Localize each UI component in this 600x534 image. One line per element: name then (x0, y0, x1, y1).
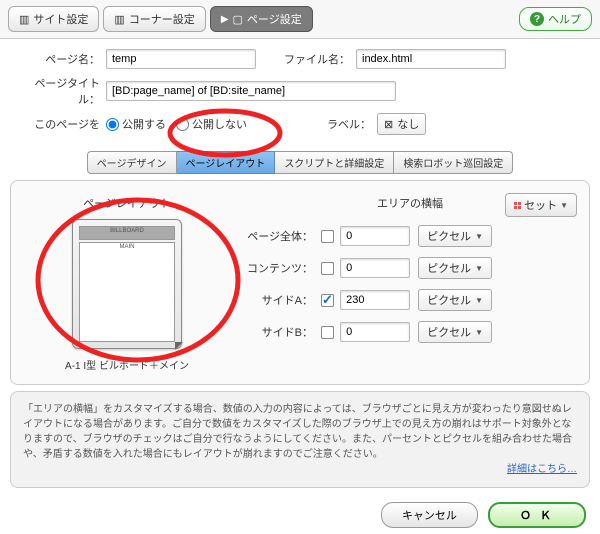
file-name-label: ファイル名： (256, 51, 356, 67)
label-select-value: なし (397, 116, 419, 132)
tab-site-settings[interactable]: ▥ サイト設定 (8, 6, 99, 32)
unit-label: ピクセル (427, 260, 471, 276)
page-name-input[interactable] (106, 49, 256, 69)
width-enable-checkbox[interactable] (321, 326, 334, 339)
layout-panel: セット ▼ ページレイアウト BILLBOARD MAIN A-1 I型 ビルボ… (10, 180, 590, 385)
width-value-input[interactable] (340, 258, 410, 278)
chevron-right-icon: ▶ (221, 14, 229, 25)
dropdown-triangle-icon: ▼ (475, 232, 483, 241)
width-value-input[interactable] (340, 322, 410, 342)
top-tab-bar: ▥ サイト設定 ▥ コーナー設定 ▶ ▢ ページ設定 ? ヘルプ (0, 0, 600, 39)
notice-details-link[interactable]: 詳細はこちら… (507, 462, 577, 477)
width-enable-checkbox[interactable] (321, 294, 334, 307)
dropdown-triangle-icon: ▼ (475, 296, 483, 305)
page-icon: ▢ (233, 13, 243, 26)
tag-icon: ⊠ (384, 118, 393, 131)
notice-box: 「エリアの横幅」をカスタマイズする場合、数値の入力の内容によっては、ブラウザごと… (10, 391, 590, 488)
width-row: サイドA： ピクセル ▼ (247, 289, 573, 311)
page-form: ページ名： ファイル名： ページタイトル： このページを 公開する 公開しない … (0, 39, 600, 147)
dropdown-triangle-icon: ▼ (560, 201, 568, 210)
help-button[interactable]: ? ヘルプ (519, 7, 592, 31)
dialog-footer: キャンセル Ｏ Ｋ (0, 496, 600, 534)
file-name-input[interactable] (356, 49, 506, 69)
page-title-input[interactable] (106, 81, 396, 101)
page-name-label: ページ名： (18, 51, 106, 67)
width-enable-checkbox[interactable] (321, 262, 334, 275)
set-button[interactable]: セット ▼ (505, 193, 577, 217)
publish-label: このページを (18, 116, 106, 132)
label-select[interactable]: ⊠ なし (377, 113, 426, 135)
publish-yes-option[interactable]: 公開する (106, 116, 166, 132)
subtab-page-design[interactable]: ページデザイン (87, 151, 177, 174)
area-widths-column: エリアの横幅 ページ全体： ピクセル▼コンテンツ： ピクセル▼サイドA： ピクセ… (247, 195, 573, 372)
publish-radio-group: 公開する 公開しない (106, 116, 247, 132)
dropdown-triangle-icon: ▼ (475, 328, 483, 337)
ok-button[interactable]: Ｏ Ｋ (488, 502, 586, 528)
tab-page-settings[interactable]: ▶ ▢ ページ設定 (210, 6, 313, 32)
width-row: ページ全体： ピクセル ▼ (247, 225, 573, 247)
preview-billboard: BILLBOARD (79, 226, 175, 240)
question-icon: ? (530, 12, 544, 26)
unit-label: ピクセル (427, 228, 471, 244)
book-icon: ▥ (19, 13, 29, 26)
book-icon: ▥ (114, 13, 124, 26)
width-value-input[interactable] (340, 290, 410, 310)
layout-preview-selector[interactable]: BILLBOARD MAIN (72, 219, 182, 349)
notice-text: 「エリアの横幅」をカスタマイズする場合、数値の入力の内容によっては、ブラウザごと… (23, 404, 572, 460)
set-button-label: セット (524, 197, 557, 213)
width-unit-select[interactable]: ピクセル ▼ (418, 257, 492, 279)
width-label: サイドA： (247, 292, 321, 308)
layout-heading: ページレイアウト (27, 195, 227, 211)
publish-no-radio[interactable] (176, 118, 189, 131)
width-unit-select[interactable]: ピクセル ▼ (418, 225, 492, 247)
page-title-label: ページタイトル： (18, 75, 106, 107)
layout-preview-column: ページレイアウト BILLBOARD MAIN A-1 I型 ビルボード＋メイン (27, 195, 227, 372)
sub-tab-bar: ページデザイン ページレイアウト スクリプトと詳細設定 検索ロボット巡回設定 (0, 147, 600, 176)
unit-label: ピクセル (427, 292, 471, 308)
tab-corner-settings[interactable]: ▥ コーナー設定 (103, 6, 205, 32)
preview-main: MAIN (79, 242, 175, 342)
width-label: サイドB： (247, 324, 321, 340)
cancel-button[interactable]: キャンセル (381, 502, 478, 528)
width-label: ページ全体： (247, 228, 321, 244)
publish-yes-radio[interactable] (106, 118, 119, 131)
tab-label: ページ設定 (247, 11, 302, 27)
width-label: コンテンツ： (247, 260, 321, 276)
dropdown-triangle-icon: ▼ (475, 264, 483, 273)
publish-no-option[interactable]: 公開しない (176, 116, 247, 132)
help-label: ヘルプ (548, 11, 581, 27)
width-row: サイドB： ピクセル ▼ (247, 321, 573, 343)
tab-label: サイト設定 (33, 11, 88, 27)
width-unit-select[interactable]: ピクセル ▼ (418, 289, 492, 311)
layout-caption: A-1 I型 ビルボード＋メイン (27, 357, 227, 372)
width-enable-checkbox[interactable] (321, 230, 334, 243)
subtab-script-details[interactable]: スクリプトと詳細設定 (275, 151, 394, 174)
width-unit-select[interactable]: ピクセル ▼ (418, 321, 492, 343)
subtab-search-robot[interactable]: 検索ロボット巡回設定 (394, 151, 513, 174)
tab-label: コーナー設定 (129, 11, 195, 27)
width-value-input[interactable] (340, 226, 410, 246)
subtab-page-layout[interactable]: ページレイアウト (177, 151, 276, 174)
unit-label: ピクセル (427, 324, 471, 340)
width-row: コンテンツ： ピクセル ▼ (247, 257, 573, 279)
label-label: ラベル： (247, 116, 377, 132)
grid-icon (514, 202, 521, 209)
